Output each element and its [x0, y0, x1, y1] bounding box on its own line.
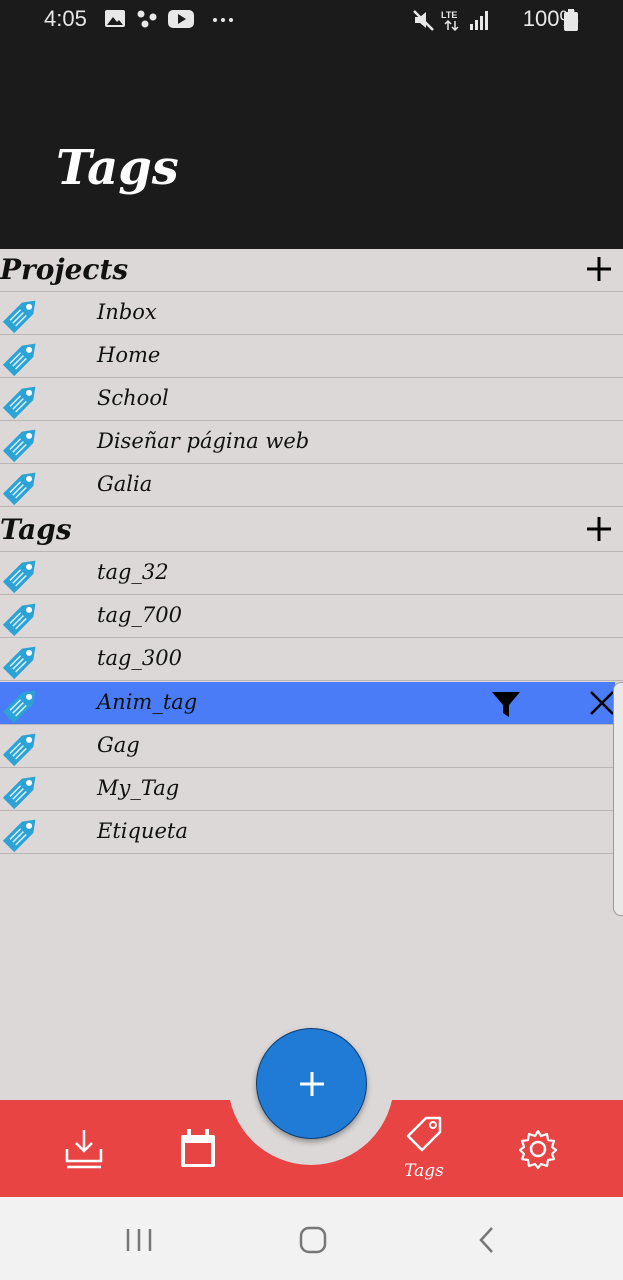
add-fab-button[interactable]: [256, 1028, 367, 1139]
tag-icon: [2, 603, 36, 637]
tag-icon: [2, 646, 36, 680]
tag-icon: [2, 343, 36, 377]
tag-label: tag_32: [97, 560, 169, 584]
tag-icon: [2, 819, 36, 853]
signal-icon: [470, 11, 488, 30]
tag-icon: [2, 776, 36, 810]
status-time: 4:05: [44, 6, 87, 31]
projects-section-header: Projects: [0, 249, 623, 292]
plus-icon: [300, 1072, 324, 1096]
tag-icon: [2, 429, 36, 463]
tag-icon: [2, 733, 36, 767]
project-row-disenar-pagina-web[interactable]: Diseñar página web: [0, 421, 623, 464]
calendar-icon[interactable]: [179, 1129, 217, 1169]
tag-label: Etiqueta: [97, 819, 188, 843]
list-scrollbar[interactable]: [613, 682, 623, 916]
battery-icon: [564, 9, 578, 31]
tag-icon: [2, 300, 36, 334]
tag-row-anim-tag-selected[interactable]: Anim_tag: [0, 682, 615, 725]
inbox-download-icon[interactable]: [64, 1127, 104, 1171]
project-label: School: [97, 386, 169, 410]
youtube-icon: [168, 10, 194, 28]
tag-row-my-tag[interactable]: My_Tag: [0, 768, 623, 811]
tag-label: Anim_tag: [97, 690, 198, 714]
page-title: Tags: [56, 140, 179, 196]
tag-icon: [2, 386, 36, 420]
tags-section-header: Tags: [0, 509, 623, 552]
tag-label: tag_700: [97, 603, 182, 627]
add-tag-button[interactable]: [581, 511, 617, 547]
project-row-inbox[interactable]: Inbox: [0, 292, 623, 335]
project-label: Diseñar página web: [97, 429, 310, 453]
project-row-galia[interactable]: Galia: [0, 464, 623, 507]
tag-icon: [2, 690, 36, 724]
project-label: Home: [97, 343, 161, 367]
gallery-icon: [105, 10, 125, 27]
tags-section-title: Tags: [0, 513, 72, 546]
tag-label: My_Tag: [97, 776, 180, 800]
settings-gear-icon[interactable]: [518, 1128, 558, 1170]
tag-label: tag_300: [97, 646, 182, 670]
more-icon: [213, 18, 233, 22]
recent-apps-icon[interactable]: [124, 1227, 154, 1253]
tag-row-tag-32[interactable]: tag_32: [0, 552, 623, 595]
svg-text:LTE: LTE: [441, 10, 457, 20]
back-icon[interactable]: [476, 1226, 498, 1254]
tag-icon: [2, 472, 36, 506]
project-row-school[interactable]: School: [0, 378, 623, 421]
projects-section-title: Projects: [0, 253, 129, 286]
project-label: Galia: [97, 472, 153, 496]
system-navigation-bar: [0, 1197, 623, 1280]
app-header: 4:05 LTE 100% Tags: [0, 0, 623, 249]
tag-row-tag-700[interactable]: tag_700: [0, 595, 623, 638]
tag-label: Gag: [97, 733, 140, 757]
mute-icon: [413, 10, 434, 31]
lte-icon: LTE: [441, 10, 459, 31]
project-row-home[interactable]: Home: [0, 335, 623, 378]
tag-row-etiqueta[interactable]: Etiqueta: [0, 811, 623, 854]
tag-icon[interactable]: [404, 1114, 446, 1158]
tag-row-gag[interactable]: Gag: [0, 725, 623, 768]
tag-icon: [2, 560, 36, 594]
nav-tags-label[interactable]: Tags: [400, 1161, 448, 1181]
close-icon[interactable]: [588, 689, 616, 717]
dots-icon: [137, 10, 157, 28]
home-icon[interactable]: [298, 1226, 328, 1254]
tag-row-tag-300[interactable]: tag_300: [0, 638, 623, 681]
add-project-button[interactable]: [581, 251, 617, 287]
project-label: Inbox: [97, 300, 157, 324]
filter-icon[interactable]: [490, 688, 522, 720]
